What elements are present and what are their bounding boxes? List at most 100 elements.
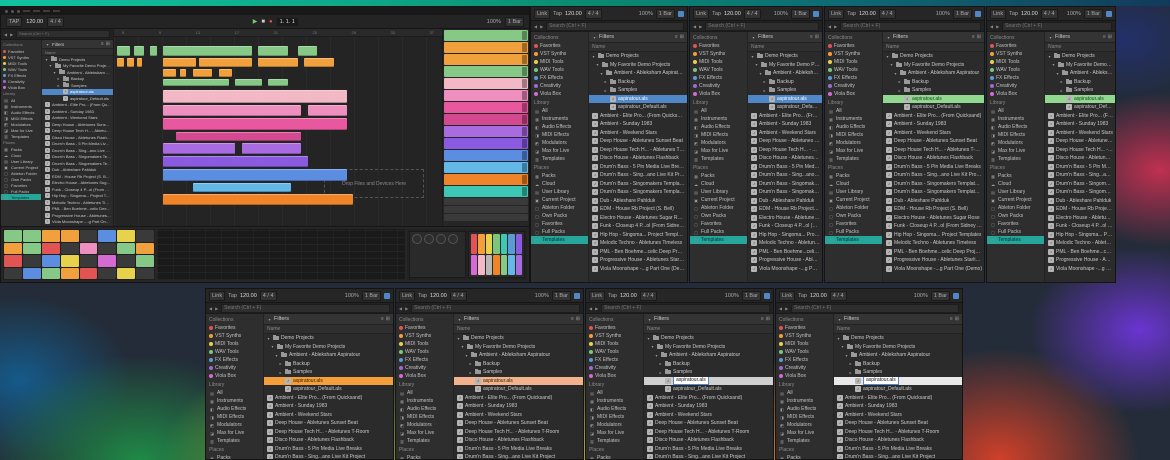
file-row[interactable]: ♪Disco House - Abletunes Flashback [589, 154, 687, 163]
return-track-header[interactable] [444, 206, 528, 213]
file-row[interactable]: ♪Electro House - Abletunes Sugar Rose [883, 214, 984, 223]
collection-item[interactable]: Creativity [206, 364, 263, 372]
disclosure-triangle[interactable]: ▾ [595, 62, 600, 67]
filters-bar[interactable]: ▾Filters≡⊞ [644, 314, 773, 325]
track-header[interactable] [444, 30, 528, 41]
library-item[interactable]: ▦Instruments [690, 115, 747, 123]
tap-tempo-button[interactable]: Tap [798, 293, 807, 299]
file-row[interactable]: ♪Deep House Tech H... - Abletunes T-Room [644, 428, 773, 437]
filters-bar[interactable]: ▾Filters≡⊞ [834, 314, 962, 325]
filters-bar[interactable]: ▾Filters≡⊞ [454, 314, 583, 325]
grid-view-icon[interactable]: ⊞ [680, 34, 684, 40]
track-header[interactable] [444, 126, 528, 137]
collection-item[interactable]: Creativity [776, 364, 833, 372]
tree-folder-row[interactable]: ▸Samples [644, 368, 773, 377]
grid-view-icon[interactable]: ⊞ [576, 316, 580, 322]
tree-folder-row[interactable]: ▸Backup [883, 78, 984, 87]
palette-swatch[interactable] [478, 234, 484, 254]
collection-item[interactable]: MIDI Tools [987, 58, 1044, 66]
disclosure-triangle[interactable]: ▾ [885, 54, 890, 59]
places-item[interactable]: ▦Packs [206, 454, 263, 459]
file-row[interactable]: ♪Ambient - Weekend Stars [264, 411, 393, 420]
places-item[interactable]: ▦Packs [825, 172, 882, 180]
tree-folder-row[interactable]: ▸Backup [264, 360, 393, 369]
tree-file-row[interactable]: ♪aspiratour.als [883, 95, 984, 104]
places-item[interactable]: ▣Current Project [1, 164, 41, 170]
tree-folder-row[interactable]: ▸Backup [644, 360, 773, 369]
search-input[interactable]: Search (Ctrl + F) [546, 22, 684, 31]
name-column-header[interactable]: Name [454, 325, 583, 334]
disclosure-triangle[interactable]: ▸ [56, 76, 61, 81]
disclosure-triangle[interactable]: ▸ [762, 79, 767, 84]
collection-item[interactable]: Viola Box [396, 372, 453, 380]
places-item[interactable]: ▢Templates [987, 236, 1044, 244]
time-signature[interactable]: 4 / 4 [744, 9, 761, 19]
arrangement-clip[interactable] [258, 58, 297, 67]
disclosure-triangle[interactable]: ▾ [52, 70, 57, 75]
filters-bar[interactable]: ▾Filters≡⊞ [589, 32, 687, 43]
link-toggle[interactable]: Link [990, 9, 1006, 19]
arrangement-clip[interactable] [163, 118, 347, 129]
nav-back-icon[interactable]: ◀ [589, 306, 592, 311]
palette-swatch[interactable] [516, 255, 522, 275]
file-row[interactable]: ♪Deep House - Abletunes Sunset Beat [644, 419, 773, 428]
device-knob[interactable] [448, 234, 458, 244]
clip-cell[interactable] [23, 230, 41, 242]
disclosure-triangle[interactable]: ▾ [750, 54, 755, 59]
clip-cell[interactable] [80, 268, 98, 280]
clip-cell[interactable] [117, 255, 135, 267]
collection-item[interactable]: MIDI Tools [776, 340, 833, 348]
name-column-header[interactable]: Name [644, 325, 773, 334]
quantize-display[interactable]: 100% [1067, 11, 1081, 17]
disclosure-triangle[interactable]: ▸ [278, 370, 283, 375]
timeline-ruler[interactable]: 5913172125293337 [114, 29, 442, 37]
list-view-icon[interactable]: ≡ [675, 34, 678, 40]
library-item[interactable]: ▤All [586, 389, 643, 397]
clip-cell[interactable] [117, 268, 135, 280]
arrangement-clip[interactable] [150, 46, 157, 55]
collection-item[interactable]: MIDI Tools [206, 340, 263, 348]
name-column-header[interactable]: Name [1045, 43, 1115, 52]
clip-cell[interactable] [42, 268, 60, 280]
file-row[interactable]: ♪Hip Hop - Singoma... Project Templates [42, 193, 113, 200]
disclosure-triangle[interactable]: ▸ [848, 361, 853, 366]
library-item[interactable]: ◪Max for Live [987, 147, 1044, 155]
collection-item[interactable]: WAV Tools [825, 66, 882, 74]
tree-file-row[interactable]: ♪aspiratour.als [834, 377, 962, 386]
disclosure-triangle[interactable]: ▸ [848, 370, 853, 375]
clip-cell[interactable] [80, 243, 98, 255]
library-item[interactable]: ◩Modulators [206, 421, 263, 429]
library-item[interactable]: ◩Modulators [531, 139, 588, 147]
collection-item[interactable]: Viola Box [987, 90, 1044, 98]
disclosure-triangle[interactable]: ▾ [270, 344, 275, 349]
clip-cell[interactable] [23, 243, 41, 255]
clip-cell[interactable] [42, 230, 60, 242]
file-row[interactable]: ♪Drum'n Bass - Sing...ano Live Kit Proje… [589, 171, 687, 180]
file-row[interactable]: ♪Drum'n Bass - Singomakers Templates 2 [883, 188, 984, 197]
places-item[interactable]: ▦Packs [690, 172, 747, 180]
places-item[interactable]: ▢Favorites [531, 220, 588, 228]
tempo-display[interactable]: 120.00 [810, 293, 827, 299]
library-item[interactable]: ◧Audio Effects [206, 405, 263, 413]
places-item[interactable]: ▢Own Packs [825, 212, 882, 220]
library-item[interactable]: ◨MIDI Effects [531, 131, 588, 139]
library-item[interactable]: ◧Audio Effects [825, 123, 882, 131]
places-item[interactable]: ☁Cloud [825, 180, 882, 188]
palette-swatch[interactable] [486, 255, 492, 275]
file-row[interactable]: ♪Electro House - Abletunes Sugar Rose [748, 214, 822, 223]
quantize-display[interactable]: 100% [725, 293, 739, 299]
stop-button[interactable]: ■ [261, 19, 265, 25]
file-row[interactable]: ♪Drum'n Bass - 5 Pin Media Live Breaks [748, 163, 822, 172]
tree-file-row[interactable]: ♪aspiratour_Default.als [644, 385, 773, 394]
library-item[interactable]: ◩Modulators [825, 139, 882, 147]
places-item[interactable]: ▢Templates [690, 236, 747, 244]
file-row[interactable]: ♪Progressive House - Abletunes Starlight [589, 256, 687, 265]
library-item[interactable]: ▦Instruments [531, 115, 588, 123]
link-toggle[interactable]: Link [534, 9, 550, 19]
collection-item[interactable]: Viola Box [776, 372, 833, 380]
collection-item[interactable]: VST Synths [987, 50, 1044, 58]
tree-folder-row[interactable]: ▸Samples [834, 368, 962, 377]
file-row[interactable]: ♪Melodic Techno - Abletunes Timeless [1045, 239, 1115, 248]
loop-length[interactable]: 1 Bar [742, 291, 761, 301]
loop-length[interactable]: 1 Bar [505, 17, 524, 27]
